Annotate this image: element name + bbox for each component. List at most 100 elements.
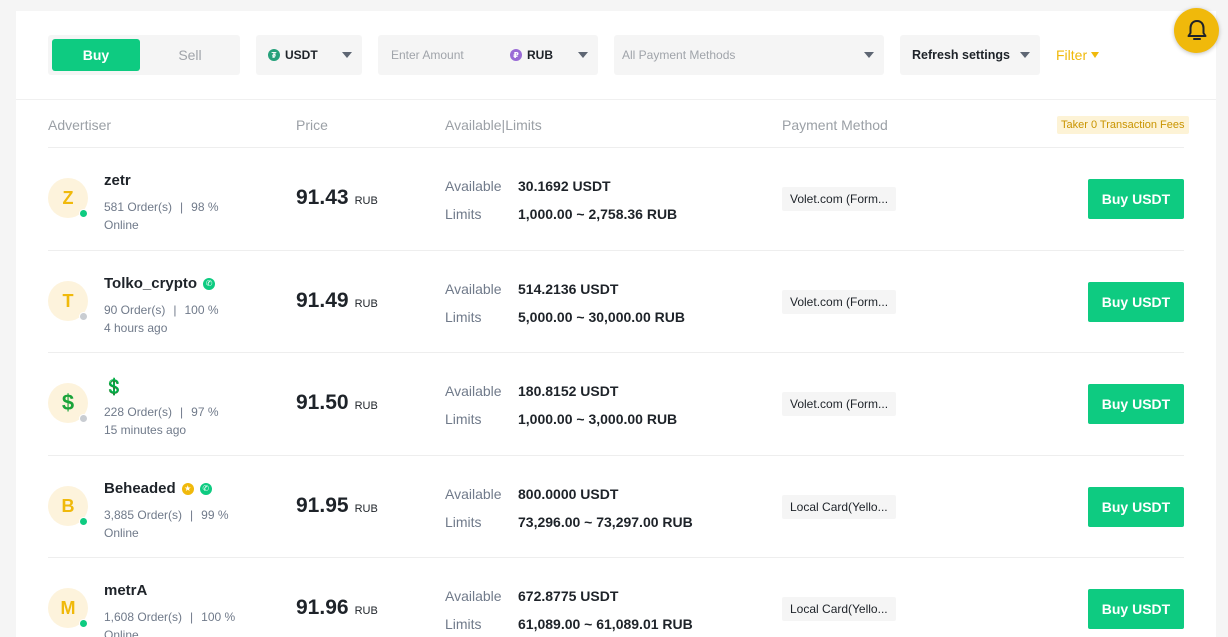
ad-row: $ 💲 228 Order(s) | 97 % 15 minutes ago 91.50 RU…	[48, 352, 1184, 454]
available-label: Available	[445, 178, 502, 194]
ad-row: B Beheaded ★ ✆ 3,885 Order(s) | 99 % Online 91.9…	[48, 455, 1184, 557]
stats-separator: |	[180, 200, 184, 214]
advertiser-name-text: zetr	[104, 172, 131, 189]
column-header-payment-method: Payment Method	[782, 117, 888, 133]
price: 91.43 RUB	[296, 186, 378, 210]
price-value: 91.95	[296, 494, 349, 517]
asset-select[interactable]: ₮ USDT	[256, 35, 362, 75]
price-value: 91.50	[296, 391, 349, 414]
payment-method-tag: Volet.com (Form...	[782, 187, 897, 211]
advertiser-status: Online	[104, 526, 139, 540]
payment-method-tag: Local Card(Yello...	[782, 597, 896, 621]
avatar[interactable]: B	[48, 486, 88, 526]
price-unit: RUB	[354, 605, 378, 617]
available-label: Available	[445, 486, 502, 502]
available-value: 800.0000 USDT	[518, 486, 619, 502]
completion-rate: 97 %	[191, 405, 219, 419]
advertiser-stats: 90 Order(s) | 100 %	[104, 303, 219, 317]
chevron-down-icon	[864, 52, 874, 58]
advertiser-name-text: 💲	[104, 379, 124, 396]
limits-value: 5,000.00 ~ 30,000.00 RUB	[518, 309, 685, 325]
dollar-avatar-icon: $	[61, 390, 75, 415]
available-label: Available	[445, 281, 502, 297]
completion-rate: 100 %	[184, 303, 219, 317]
avatar-initial: B	[61, 495, 75, 516]
advertiser-name[interactable]: zetr	[104, 172, 131, 189]
limits-label: Limits	[445, 206, 482, 222]
buy-usdt-button[interactable]: Buy USDT	[1088, 282, 1184, 322]
buy-usdt-button[interactable]: Buy USDT	[1088, 487, 1184, 527]
ruble-coin-icon: ₽	[510, 49, 522, 61]
merchant-badge-icon: ★	[181, 482, 194, 495]
status-dot	[79, 517, 88, 526]
status-dot	[79, 414, 88, 423]
verified-phone-icon: ✆	[203, 277, 216, 290]
notification-button[interactable]	[1174, 8, 1219, 53]
advertiser-name-text: Tolko_crypto	[104, 275, 198, 292]
advertiser-name[interactable]: Beheaded ★ ✆	[104, 480, 212, 497]
price-unit: RUB	[354, 195, 378, 207]
advertiser-stats: 3,885 Order(s) | 99 %	[104, 508, 229, 522]
avatar[interactable]: Z	[48, 178, 88, 218]
refresh-settings-label: Refresh settings	[912, 48, 1010, 62]
avatar-initial: T	[62, 290, 74, 311]
price-unit: RUB	[354, 298, 378, 310]
price-value: 91.43	[296, 186, 349, 209]
status-dot	[79, 209, 88, 218]
advertiser-name-text: metrA	[104, 582, 148, 599]
stats-separator: |	[180, 405, 184, 419]
price: 91.95 RUB	[296, 494, 378, 518]
payment-method-tag: Volet.com (Form...	[782, 290, 897, 314]
buy-usdt-button[interactable]: Buy USDT	[1088, 589, 1184, 629]
avatar-initial: M	[60, 597, 76, 618]
available-value: 672.8775 USDT	[518, 588, 619, 604]
amount-input[interactable]: Enter Amount ₽ RUB	[378, 35, 598, 75]
taker-fees-badge: Taker 0 Transaction Fees	[1057, 116, 1189, 134]
available-label: Available	[445, 383, 502, 399]
completion-rate: 99 %	[201, 508, 229, 522]
chevron-down-icon	[342, 52, 352, 58]
column-header-available-limits: Available|Limits	[445, 117, 542, 133]
available-value: 30.1692 USDT	[518, 178, 611, 194]
sell-tab[interactable]: Sell	[144, 39, 236, 71]
amount-placeholder: Enter Amount	[391, 48, 464, 62]
order-count: 90 Order(s)	[104, 303, 166, 317]
fiat-select-value: RUB	[527, 48, 553, 62]
advertiser-name[interactable]: 💲	[104, 377, 124, 397]
price: 91.49 RUB	[296, 289, 378, 313]
asset-select-value: USDT	[285, 48, 318, 62]
advertiser-stats: 1,608 Order(s) | 100 %	[104, 610, 235, 624]
limits-value: 1,000.00 ~ 2,758.36 RUB	[518, 206, 678, 222]
ad-row: MmetrA 1,608 Order(s) | 100 % Online 91.96 RUB…	[48, 557, 1184, 637]
filter-button[interactable]: Filter	[1056, 47, 1100, 63]
buy-tab[interactable]: Buy	[52, 39, 140, 71]
fiat-select[interactable]: ₽ RUB	[510, 48, 553, 62]
limits-label: Limits	[445, 514, 482, 530]
available-value: 514.2136 USDT	[518, 281, 619, 297]
completion-rate: 100 %	[201, 610, 236, 624]
payment-method-placeholder: All Payment Methods	[622, 48, 736, 62]
price-unit: RUB	[354, 503, 378, 515]
price: 91.50 RUB	[296, 391, 378, 415]
price: 91.96 RUB	[296, 596, 378, 620]
verified-phone-icon: ✆	[199, 482, 212, 495]
advertiser-name[interactable]: metrA	[104, 582, 147, 599]
advertiser-stats: 228 Order(s) | 97 %	[104, 405, 219, 419]
limits-label: Limits	[445, 411, 482, 427]
buy-usdt-button[interactable]: Buy USDT	[1088, 179, 1184, 219]
ad-row: Zzetr 581 Order(s) | 98 % Online 91.43 RUB Avai…	[48, 147, 1184, 249]
limits-value: 1,000.00 ~ 3,000.00 RUB	[518, 411, 678, 427]
payment-method-tag: Local Card(Yello...	[782, 495, 896, 519]
refresh-settings-select[interactable]: Refresh settings	[900, 35, 1040, 75]
advertiser-status: Online	[104, 218, 139, 232]
price-value: 91.49	[296, 289, 349, 312]
payment-method-select[interactable]: All Payment Methods	[614, 35, 884, 75]
avatar[interactable]: M	[48, 588, 88, 628]
advertiser-status: 15 minutes ago	[104, 423, 187, 437]
limits-value: 61,089.00 ~ 61,089.01 RUB	[518, 616, 693, 632]
avatar[interactable]: T	[48, 281, 88, 321]
avatar[interactable]: $	[48, 383, 88, 423]
buy-usdt-button[interactable]: Buy USDT	[1088, 384, 1184, 424]
column-header-price: Price	[296, 117, 328, 133]
advertiser-name[interactable]: Tolko_crypto ✆	[104, 275, 216, 292]
